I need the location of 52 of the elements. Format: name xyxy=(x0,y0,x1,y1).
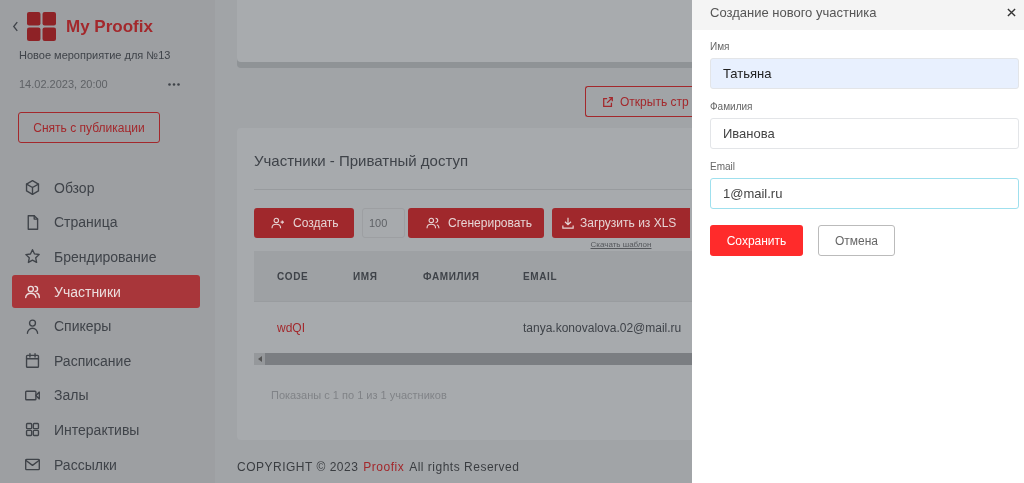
drawer-title: Создание нового участника xyxy=(710,4,877,20)
nav-item[interactable]: Брендирование xyxy=(12,240,200,274)
users-icon xyxy=(426,217,440,229)
grid-icon xyxy=(24,421,41,439)
add-user-icon xyxy=(271,217,285,229)
close-icon[interactable] xyxy=(1007,7,1016,17)
scroll-left-icon[interactable] xyxy=(258,356,262,362)
cube-icon xyxy=(24,179,41,197)
nav-item[interactable]: Страница xyxy=(12,205,200,240)
count-field[interactable]: 100 xyxy=(362,208,405,238)
user-icon xyxy=(24,317,41,335)
text-field[interactable]: Татьяна xyxy=(710,58,1019,89)
rights-text: All rights Reserved xyxy=(409,460,520,474)
nav-item[interactable]: Обзор xyxy=(12,171,200,205)
column-header: ФАМИЛИЯ xyxy=(423,270,481,282)
event-date: 14.02.2023, 20:00 xyxy=(19,78,108,90)
generate-button[interactable]: Сгенерировать xyxy=(408,208,544,238)
upload-button[interactable]: Загрузить из XLS xyxy=(552,208,690,238)
column-header: ИМЯ xyxy=(353,270,379,282)
text-field[interactable]: 1@mail.ru xyxy=(710,178,1019,209)
column-header: EMAIL xyxy=(523,270,558,282)
brand-link[interactable]: Proofix xyxy=(363,460,405,474)
template-link[interactable]: Скачать шаблон xyxy=(590,240,652,249)
nav-item[interactable]: Участники xyxy=(12,274,200,309)
field-label: Имя xyxy=(710,41,731,52)
save-button[interactable]: Сохранить xyxy=(710,225,803,256)
horizontal-scrollbar[interactable] xyxy=(254,353,692,365)
nav-item[interactable]: Расписание xyxy=(12,343,200,378)
unpublish-button[interactable]: Снять с публикации xyxy=(18,112,160,143)
more-icon[interactable] xyxy=(168,82,180,86)
nav-item[interactable]: Интерактивы xyxy=(12,413,200,447)
cancel-button[interactable]: Отмена xyxy=(818,225,895,256)
event-name: Новое мероприятие для №13 xyxy=(19,49,172,61)
field-label: Email xyxy=(710,161,736,172)
create-button[interactable]: Создать xyxy=(254,208,354,238)
text-field[interactable]: Иванова xyxy=(710,118,1019,149)
nav-item[interactable]: Рассылки xyxy=(12,447,200,482)
copyright-text: COPYRIGHT © 2023 xyxy=(237,460,359,474)
download-icon xyxy=(562,217,574,229)
nav-item[interactable]: Залы xyxy=(12,378,200,413)
table-cell: tanya.konovalova.02@mail.ru xyxy=(523,320,682,335)
external-link-icon xyxy=(602,95,614,108)
logo-icon xyxy=(27,12,56,41)
column-header: CODE xyxy=(277,270,310,282)
field-label: Фамилия xyxy=(710,101,754,112)
star-icon xyxy=(24,248,41,266)
brand-name: My Proofix xyxy=(66,16,153,37)
nav-item[interactable]: Спикеры xyxy=(12,309,200,343)
table-cell[interactable]: wdQI xyxy=(277,320,353,335)
calendar-icon xyxy=(24,352,41,370)
users-icon xyxy=(24,283,41,301)
back-chevron-icon[interactable] xyxy=(12,21,19,32)
